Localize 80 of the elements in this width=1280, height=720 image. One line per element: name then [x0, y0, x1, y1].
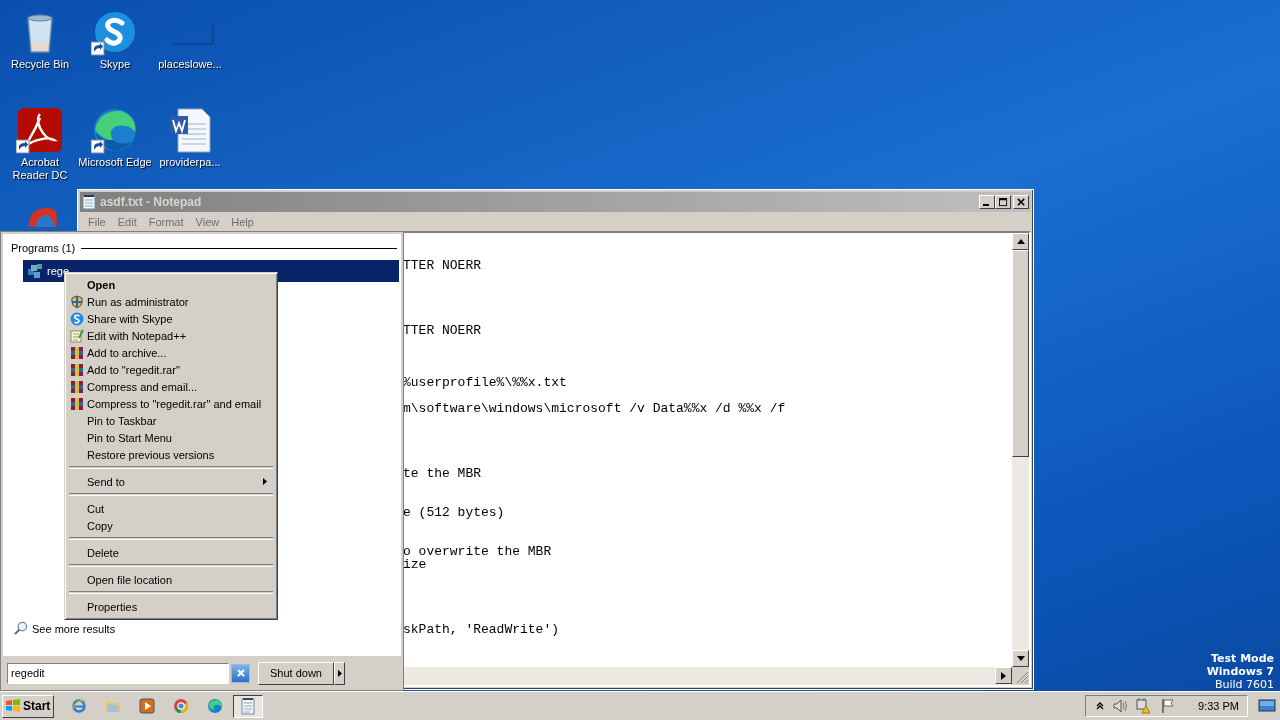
chrome-icon[interactable] — [173, 698, 189, 714]
desktop-icon-label[interactable]: placeslowe... — [158, 58, 222, 71]
close-button[interactable] — [1013, 195, 1029, 209]
vertical-scrollbar[interactable] — [1012, 233, 1029, 667]
section-heading: Programs (1) — [11, 242, 76, 254]
swoosh-tile-icon[interactable] — [16, 106, 64, 154]
chevron-up-icon[interactable] — [1096, 702, 1105, 710]
menu-item[interactable]: Edit with Notepad++ — [68, 327, 274, 344]
notepad-icon — [82, 194, 96, 210]
scroll-up-button[interactable] — [1012, 233, 1029, 250]
menu-item[interactable]: Pin to Taskbar — [68, 412, 274, 429]
speaker-icon[interactable] — [1112, 698, 1129, 714]
right-arrow-icon — [337, 669, 342, 677]
menu-item[interactable]: Add to "regedit.rar" — [68, 361, 274, 378]
show-desktop-icon[interactable] — [1258, 698, 1276, 714]
desktop-icon-label[interactable]: Skype — [99, 58, 131, 71]
menu-item[interactable]: Add to archive... — [68, 344, 274, 361]
menu-item[interactable]: Help — [225, 215, 260, 228]
menu-item[interactable]: Pin to Start Menu — [68, 429, 274, 446]
archive-icon — [70, 379, 84, 394]
blocks-icon — [27, 263, 43, 279]
desktop-icon-label[interactable]: Recycle Bin — [10, 58, 70, 71]
menu-item[interactable]: Open — [68, 276, 274, 293]
notepad-taskbar-button[interactable] — [233, 694, 263, 718]
flag-icon[interactable] — [1160, 698, 1177, 714]
archive-icon — [70, 362, 84, 377]
windows-flag-icon — [5, 698, 21, 714]
desktop-icon-label[interactable]: Microsoft Edge — [78, 156, 152, 169]
search-field[interactable]: regedit — [7, 662, 229, 684]
desktop-icon-label[interactable]: Acrobat Reader DC — [2, 156, 78, 182]
menu-item[interactable]: Compress to "regedit.rar" and email — [68, 395, 274, 412]
archive-icon — [70, 345, 84, 360]
menu-item[interactable]: Delete — [68, 544, 274, 561]
minimize-button[interactable] — [979, 195, 995, 209]
submenu-arrow-icon — [263, 478, 267, 485]
search-icon — [13, 621, 28, 636]
up-arrow-icon — [1016, 239, 1025, 244]
wave-sphere-icon[interactable] — [91, 106, 139, 154]
menu-item[interactable]: Share with Skype — [68, 310, 274, 327]
menu-item[interactable]: Copy — [68, 517, 274, 534]
menu-item[interactable]: Compress and email... — [68, 378, 274, 395]
desktop-icon-label[interactable]: providerpa... — [159, 156, 221, 169]
scroll-right-button[interactable] — [995, 667, 1012, 684]
browser-icon[interactable] — [71, 698, 87, 714]
notepad-icon — [240, 697, 256, 715]
shut-down-button[interactable]: Shut down — [258, 661, 334, 685]
media-player-icon[interactable] — [139, 698, 155, 714]
notepad-icon — [70, 328, 84, 343]
see-more-results-link[interactable]: See more results — [32, 622, 116, 635]
window-title: asdf.txt - Notepad — [100, 195, 202, 209]
menu-item[interactable]: Properties — [68, 598, 274, 615]
os-info-text: Test Mode — [1211, 652, 1274, 665]
right-arrow-icon — [1001, 671, 1006, 680]
os-info-text: Build 7601 — [1214, 678, 1274, 691]
down-arrow-icon — [1016, 656, 1025, 661]
os-info-text: Windows 7 — [1206, 665, 1274, 678]
scroll-down-button[interactable] — [1012, 650, 1029, 667]
minimize-icon — [983, 204, 989, 206]
menu-item[interactable]: Run as administrator — [68, 293, 274, 310]
close-icon — [235, 668, 246, 678]
menu-item[interactable]: Cut — [68, 500, 274, 517]
start-button[interactable]: Start — [2, 694, 54, 718]
resize-grip[interactable] — [1012, 667, 1029, 685]
close-icon — [1016, 197, 1026, 207]
swirl-tile-icon — [70, 311, 84, 326]
menu-item[interactable]: Edit — [111, 215, 143, 228]
menu-item[interactable]: Restore previous versions — [68, 446, 274, 463]
menu-item[interactable]: Format — [142, 215, 190, 228]
maximize-icon — [998, 197, 1008, 207]
maximize-button[interactable] — [995, 195, 1011, 209]
shut-down-options-button[interactable] — [334, 661, 345, 685]
clear-search-button[interactable] — [231, 663, 250, 683]
menu-item[interactable]: Open file location — [68, 571, 274, 588]
clock[interactable]: 9:33 PM — [1198, 700, 1239, 712]
archive-icon — [70, 396, 84, 411]
network-warning-icon[interactable] — [1136, 698, 1153, 714]
shield-icon — [70, 294, 84, 309]
menu-item[interactable]: Send to — [68, 473, 274, 490]
scroll-thumb[interactable] — [1012, 250, 1029, 457]
menu-item[interactable]: View — [189, 215, 226, 228]
